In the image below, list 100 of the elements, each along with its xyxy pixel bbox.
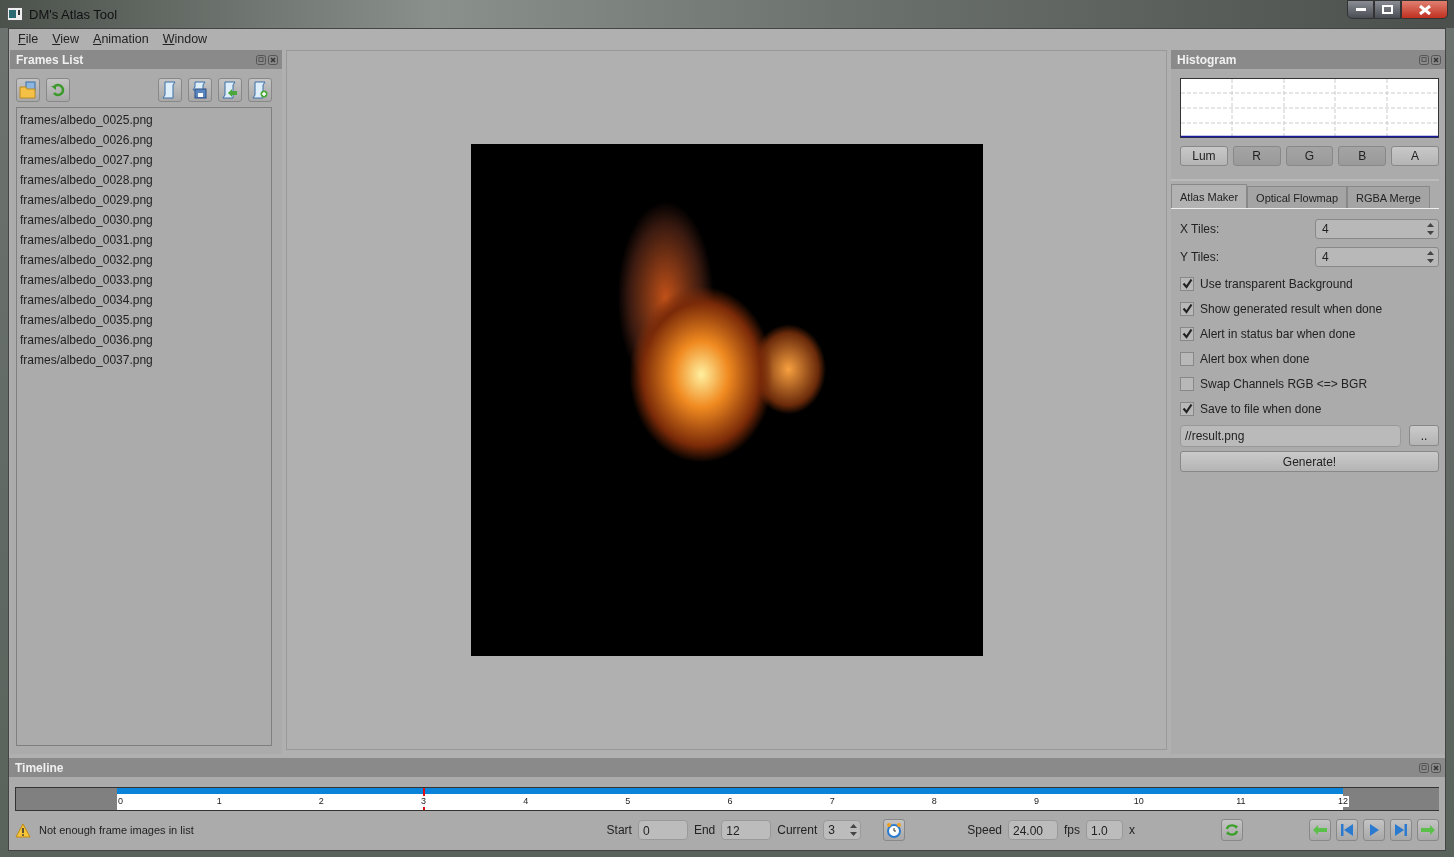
import-button[interactable] (218, 78, 242, 102)
window-title: DM's Atlas Tool (29, 6, 118, 22)
channel-toggle[interactable]: R (1232, 146, 1281, 166)
document-arrow-icon (222, 81, 238, 99)
checkbox[interactable] (1180, 401, 1194, 416)
speed-field[interactable]: 24.00 (1008, 820, 1058, 840)
skip-back-icon (1340, 823, 1354, 837)
minimize-icon (1355, 7, 1366, 12)
file-list-item[interactable]: frames/albedo_0028.png (17, 170, 271, 190)
checkbox[interactable] (1180, 376, 1194, 391)
tick-label: 11 (1235, 796, 1247, 807)
add-file-button[interactable] (248, 78, 272, 102)
file-list-item[interactable]: frames/albedo_0032.png (17, 250, 271, 270)
open-folder-button[interactable] (16, 78, 40, 102)
end-field[interactable]: 12 (721, 820, 772, 840)
next-button[interactable] (1417, 819, 1439, 841)
tick-label: 2 (317, 796, 325, 807)
first-frame-button[interactable] (1336, 819, 1358, 841)
checkbox[interactable] (1180, 326, 1194, 341)
tab[interactable]: Optical Flowmap (1247, 186, 1347, 208)
alarm-clock-icon (886, 822, 903, 838)
checkbox-label: Alert box when done (1200, 351, 1310, 366)
checkbox-label: Swap Channels RGB <=> BGR (1200, 376, 1368, 391)
spin-arrows-icon (1426, 250, 1435, 264)
app-icon (7, 7, 23, 21)
file-list-item[interactable]: frames/albedo_0037.png (17, 350, 271, 370)
multiplier-field[interactable]: 1.0 (1086, 820, 1123, 840)
spin-box[interactable]: 4 (1315, 219, 1439, 239)
right-arrow-icon (1420, 824, 1436, 836)
file-list-item[interactable]: frames/albedo_0027.png (17, 150, 271, 170)
file-list-item[interactable]: frames/albedo_0031.png (17, 230, 271, 250)
field-label: X Tiles: (1180, 222, 1221, 236)
document-plus-icon (252, 81, 268, 99)
file-list-item[interactable]: frames/albedo_0033.png (17, 270, 271, 290)
channel-toggle[interactable]: A (1391, 146, 1439, 166)
unit-label: fps (1064, 823, 1080, 837)
checkbox-label: Save to file when done (1200, 401, 1322, 416)
close-icon[interactable] (268, 54, 278, 65)
float-icon[interactable] (256, 54, 266, 65)
menu-item[interactable]: Animation (86, 32, 156, 46)
file-list-item[interactable]: frames/albedo_0036.png (17, 330, 271, 350)
output-path-field[interactable]: //result.png (1180, 425, 1401, 447)
refresh-button[interactable] (46, 78, 70, 102)
file-list-item[interactable]: frames/albedo_0030.png (17, 210, 271, 230)
close-icon[interactable] (1431, 54, 1441, 65)
file-list-item[interactable]: frames/albedo_0026.png (17, 130, 271, 150)
tab[interactable]: RGBA Merge (1347, 186, 1430, 208)
tick-label: 1 (215, 796, 223, 807)
start-field[interactable]: 0 (637, 820, 688, 840)
tick-label: 9 (1033, 796, 1040, 807)
file-list-item[interactable]: frames/albedo_0029.png (17, 190, 271, 210)
menu-item[interactable]: View (45, 32, 87, 46)
playhead[interactable] (422, 788, 425, 810)
browse-button[interactable]: .. (1409, 425, 1439, 446)
tick-label: 3 (420, 796, 427, 807)
play-button[interactable] (1363, 819, 1385, 841)
maximize-icon (1382, 5, 1393, 14)
save-icon (192, 81, 208, 99)
minimize-button[interactable] (1347, 0, 1374, 19)
file-list-item[interactable]: frames/albedo_0025.png (17, 110, 271, 130)
tick-label: 10 (1132, 796, 1145, 807)
checkbox[interactable] (1180, 276, 1194, 291)
loop-button[interactable] (1221, 819, 1243, 841)
checkbox[interactable] (1180, 301, 1194, 316)
maximize-button[interactable] (1374, 0, 1401, 19)
generate-button[interactable]: Generate! (1180, 451, 1439, 472)
file-list-item[interactable]: frames/albedo_0035.png (17, 310, 271, 330)
current-spin-box[interactable]: 3 (823, 820, 862, 840)
float-icon[interactable] (1419, 762, 1429, 773)
new-file-button[interactable] (158, 78, 182, 102)
play-icon (1368, 823, 1380, 837)
checkbox[interactable] (1180, 351, 1194, 366)
loop-icon (1224, 822, 1240, 838)
menu-item[interactable]: Window (155, 32, 215, 46)
previous-button[interactable] (1309, 819, 1331, 841)
close-icon (1418, 4, 1431, 15)
timer-button[interactable] (883, 819, 906, 841)
tick-label: 6 (726, 796, 734, 807)
close-icon[interactable] (1431, 762, 1441, 773)
timeline-track[interactable]: 0 1 2 3 4 5 6 7 8 9 10 11 12 (15, 787, 1439, 811)
field-label: Current (777, 823, 818, 837)
menu-item[interactable]: File (11, 32, 46, 46)
last-frame-button[interactable] (1390, 819, 1412, 841)
channel-toggle[interactable]: B (1338, 146, 1387, 166)
save-button[interactable] (188, 78, 212, 102)
field-label: Y Tiles: (1180, 250, 1221, 264)
folder-icon (19, 81, 37, 99)
field-label: Speed (967, 823, 1002, 837)
float-icon[interactable] (1419, 54, 1429, 65)
field-label: End (693, 823, 716, 837)
channel-toggle[interactable]: Lum (1180, 146, 1228, 166)
status-message: Not enough frame images in list (39, 824, 194, 836)
warning-icon (15, 822, 31, 838)
spin-box[interactable]: 4 (1315, 247, 1439, 267)
checkbox-label: Show generated result when done (1200, 301, 1383, 316)
file-list-item[interactable]: frames/albedo_0034.png (17, 290, 271, 310)
channel-toggle[interactable]: G (1285, 146, 1334, 166)
tick-label: 0 (117, 796, 124, 807)
tab[interactable]: Atlas Maker (1171, 184, 1248, 208)
close-button[interactable] (1401, 0, 1448, 19)
